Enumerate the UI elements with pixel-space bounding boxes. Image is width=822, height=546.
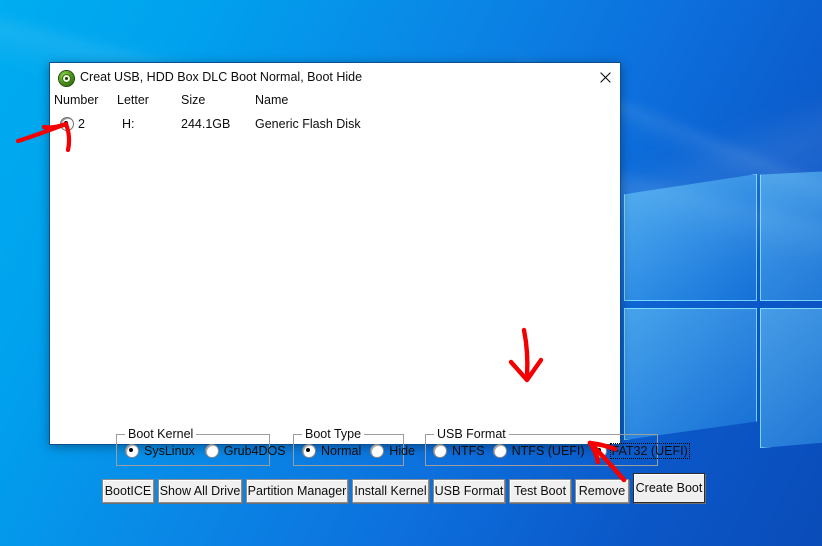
boot-kernel-grub4dos[interactable]: Grub4DOS <box>204 443 286 458</box>
usb-format-fat32-uefi-label: FAT32 (UEFI) <box>609 442 690 460</box>
device-row-radio[interactable] <box>60 117 74 131</box>
boot-kernel-syslinux-label: SysLinux <box>144 443 195 458</box>
radio-dot-icon <box>592 444 607 458</box>
device-number: 2 <box>78 117 85 131</box>
usb-format-fat32-uefi[interactable]: FAT32 (UEFI) <box>592 442 690 460</box>
usb-format-ntfs-label: NTFS <box>452 443 485 458</box>
remove-button[interactable]: Remove <box>575 479 629 503</box>
usb-format-group-title: USB Format <box>434 427 509 441</box>
usb-format-group: USB Format NTFS NTFS (UEFI) FAT32 (UEFI) <box>425 427 690 466</box>
boot-type-normal-label: Normal <box>321 443 362 458</box>
boot-type-group: Boot Type Normal Hide <box>293 427 415 466</box>
usb-format-button[interactable]: USB Format <box>433 479 505 503</box>
radio-dot-icon <box>492 444 507 458</box>
boot-kernel-group-title: Boot Kernel <box>125 427 197 441</box>
boot-type-group-title: Boot Type <box>302 427 365 441</box>
logo-pane-top-right <box>760 168 822 301</box>
table-row[interactable]: 2 H: 244.1GB Generic Flash Disk <box>50 115 620 134</box>
column-header-letter: Letter <box>117 93 149 107</box>
title-bar: Creat USB, HDD Box DLC Boot Normal, Boot… <box>50 63 620 93</box>
radio-dot-icon <box>204 444 219 458</box>
boot-kernel-group: Boot Kernel SysLinux Grub4DOS <box>116 427 286 466</box>
boot-kernel-syslinux[interactable]: SysLinux <box>125 444 195 458</box>
action-button-bar: BootICE Show All Drive Partition Manager… <box>50 470 705 510</box>
boot-type-hide[interactable]: Hide <box>370 444 415 458</box>
create-boot-button[interactable]: Create Boot <box>633 473 705 503</box>
usb-format-ntfs-uefi[interactable]: NTFS (UEFI) <box>492 443 585 458</box>
close-icon[interactable] <box>594 67 616 89</box>
device-name: Generic Flash Disk <box>255 117 361 131</box>
install-kernel-button[interactable]: Install Kernel <box>352 479 429 503</box>
column-header-name: Name <box>255 93 289 107</box>
logo-pane-bottom-left <box>624 308 757 440</box>
show-all-drive-button[interactable]: Show All Drive <box>158 479 242 503</box>
radio-dot-icon <box>125 444 139 458</box>
creat-usb-dialog: Creat USB, HDD Box DLC Boot Normal, Boot… <box>49 62 705 503</box>
device-letter: H: <box>122 117 135 131</box>
column-header-size: Size <box>181 93 206 107</box>
window-title: Creat USB, HDD Box DLC Boot Normal, Boot… <box>80 70 363 84</box>
logo-pane-top-left <box>624 174 757 301</box>
boot-kernel-grub4dos-label: Grub4DOS <box>223 443 286 458</box>
partition-manager-button[interactable]: Partition Manager <box>246 479 348 503</box>
radio-dot-icon <box>433 444 447 458</box>
boot-type-hide-label: Hide <box>389 443 416 458</box>
usb-format-ntfs-uefi-label: NTFS (UEFI) <box>511 443 585 458</box>
bootice-button[interactable]: BootICE <box>102 479 154 503</box>
logo-pane-bottom-right <box>760 308 822 448</box>
test-boot-button[interactable]: Test Boot <box>509 479 571 503</box>
green-disc-icon <box>59 71 74 86</box>
boot-type-normal[interactable]: Normal <box>302 444 361 458</box>
column-header-number: Number <box>54 93 99 107</box>
device-list[interactable]: 2 H: 244.1GB Generic Flash Disk <box>50 115 620 324</box>
radio-dot-icon <box>302 444 316 458</box>
radio-dot-icon <box>370 444 385 458</box>
usb-format-ntfs[interactable]: NTFS <box>433 444 485 458</box>
device-list-header: Number Letter Size Name <box>50 93 620 113</box>
device-size: 244.1GB <box>181 117 231 131</box>
